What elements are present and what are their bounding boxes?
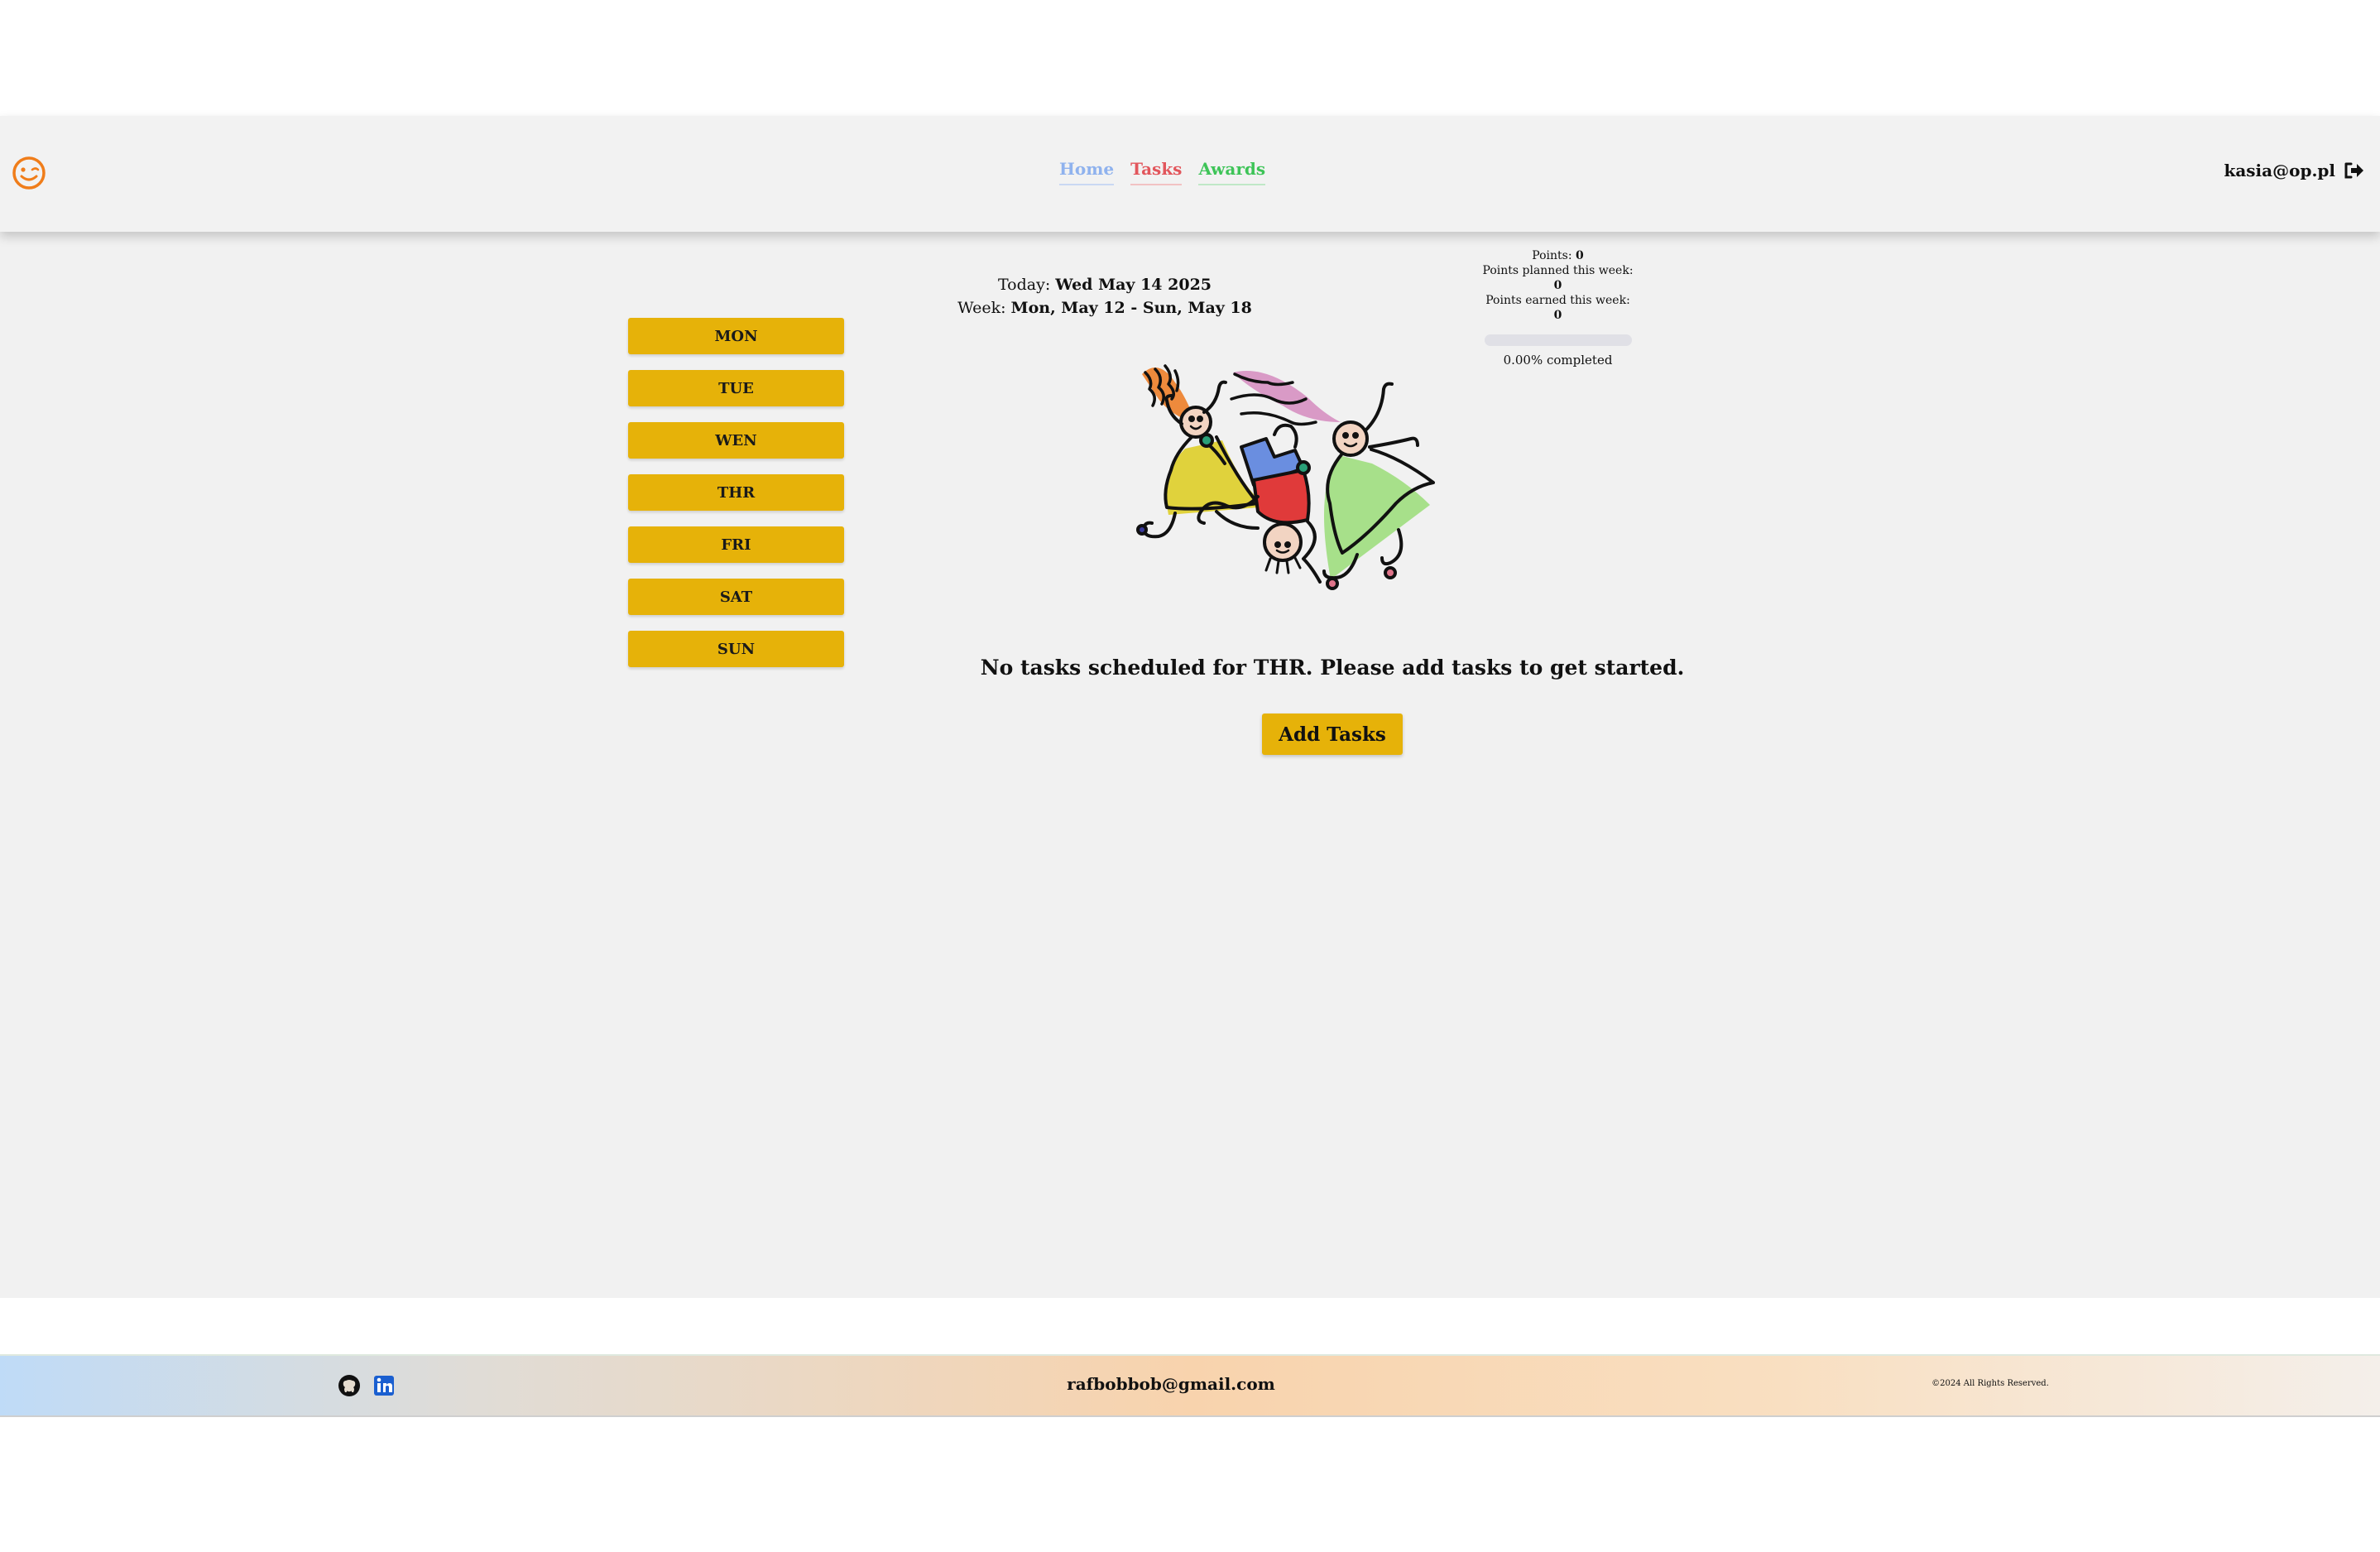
week-line: Week: Mon, May 12 - Sun, May 18 bbox=[952, 296, 1258, 320]
planned-value: 0 bbox=[1553, 279, 1562, 292]
earned-label: Points earned this week: bbox=[1485, 294, 1630, 307]
nav-tasks-link[interactable]: Tasks bbox=[1130, 159, 1183, 185]
day-button-mon[interactable]: MON bbox=[628, 318, 844, 354]
day-button-thr[interactable]: THR bbox=[628, 474, 844, 511]
points-value: 0 bbox=[1576, 249, 1584, 262]
date-info: Today: Wed May 14 2025 Week: Mon, May 12… bbox=[952, 273, 1258, 320]
nav-awards-link[interactable]: Awards bbox=[1198, 159, 1266, 185]
top-navbar: Home Tasks Awards kasia@op.pl bbox=[0, 116, 2380, 232]
add-tasks-button[interactable]: Add Tasks bbox=[1262, 714, 1403, 755]
empty-tasks-message: No tasks scheduled for THR. Please add t… bbox=[980, 656, 1685, 680]
smile-wink-icon[interactable] bbox=[12, 156, 46, 190]
planned-line: Points planned this week: 0 bbox=[1481, 263, 1634, 293]
points-label: Points: bbox=[1532, 249, 1572, 262]
week-label: Week: bbox=[957, 299, 1006, 317]
today-label: Today: bbox=[997, 276, 1051, 294]
sign-out-icon[interactable] bbox=[2344, 161, 2365, 180]
day-button-sun[interactable]: SUN bbox=[628, 631, 844, 667]
app-main: Home Tasks Awards kasia@op.pl MON TUE WE… bbox=[0, 116, 2380, 1417]
today-line: Today: Wed May 14 2025 bbox=[952, 273, 1258, 296]
kids-illustration bbox=[1136, 364, 1435, 590]
day-button-sat[interactable]: SAT bbox=[628, 579, 844, 615]
weekday-selector: MON TUE WEN THR FRI SAT SUN bbox=[628, 318, 846, 683]
user-area: kasia@op.pl bbox=[2224, 161, 2365, 180]
week-value: Mon, May 12 - Sun, May 18 bbox=[1010, 299, 1252, 317]
github-icon[interactable] bbox=[338, 1374, 361, 1397]
points-summary: Points: 0 Points planned this week: 0 Po… bbox=[1481, 248, 1634, 368]
nav-home-link[interactable]: Home bbox=[1059, 159, 1115, 185]
planned-label: Points planned this week: bbox=[1482, 264, 1634, 277]
linkedin-icon[interactable] bbox=[372, 1374, 396, 1397]
earned-line: Points earned this week: 0 bbox=[1481, 293, 1634, 323]
footer: rafbobbob@gmail.com ©2024 All Rights Res… bbox=[0, 1354, 2380, 1417]
day-button-tue[interactable]: TUE bbox=[628, 370, 844, 406]
points-line: Points: 0 bbox=[1481, 248, 1634, 263]
main-nav: Home Tasks Awards bbox=[1059, 159, 1266, 185]
user-email: kasia@op.pl bbox=[2224, 161, 2335, 180]
today-value: Wed May 14 2025 bbox=[1055, 276, 1212, 294]
footer-email[interactable]: rafbobbob@gmail.com bbox=[993, 1374, 1349, 1394]
copyright-text: ©2024 All Rights Reserved. bbox=[1931, 1379, 2049, 1388]
day-button-wen[interactable]: WEN bbox=[628, 422, 844, 459]
social-links bbox=[338, 1374, 396, 1397]
progress-bar bbox=[1484, 334, 1632, 346]
earned-value: 0 bbox=[1553, 309, 1562, 322]
day-button-fri[interactable]: FRI bbox=[628, 526, 844, 563]
